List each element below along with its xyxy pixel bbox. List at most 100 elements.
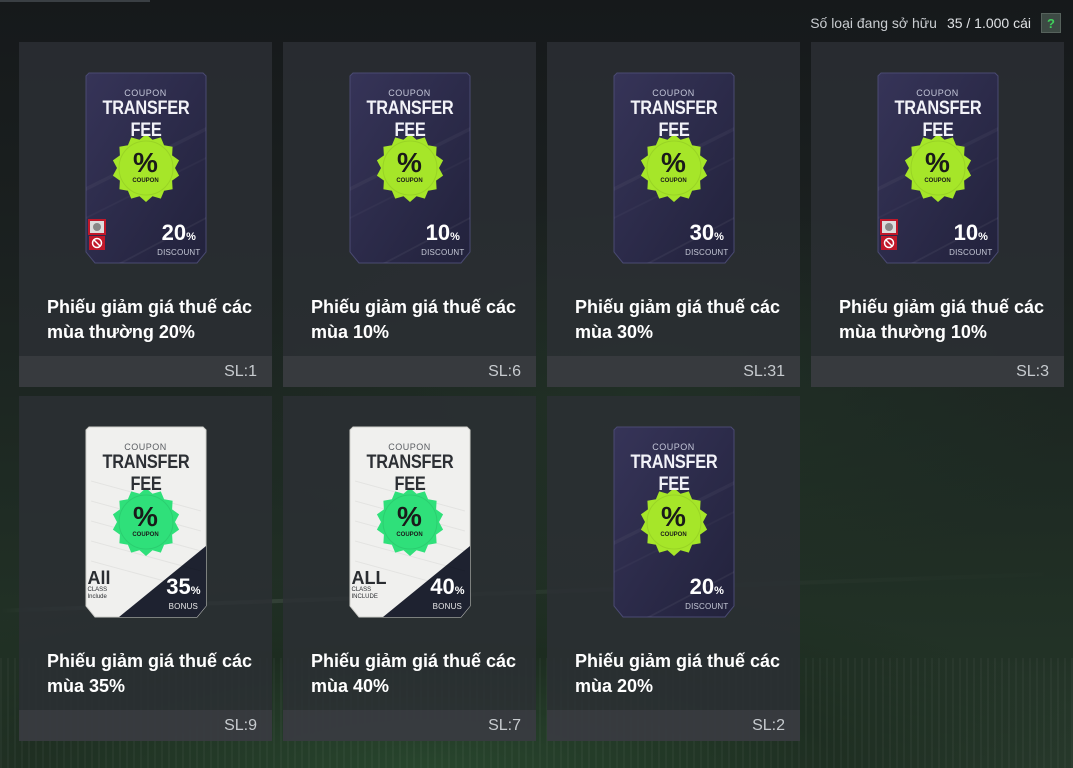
- coupon-type-label: TRANSFER FEE: [102, 98, 189, 141]
- percent-icon: %: [397, 501, 422, 532]
- coupon-item-image: COUPON TRANSFER FEE % COUPON 10% DISCOUN…: [343, 67, 477, 272]
- coupon-percent: 10: [425, 220, 451, 245]
- coupon-quantity: SL:1: [19, 356, 272, 387]
- coupon-title: Phiếu giảm giá thuế các mùa 40%: [311, 651, 517, 696]
- coupon-item-image: COUPON TRANSFER FEE % COUPON ALL CLASS INC…: [343, 421, 477, 626]
- coupon-percent: 40: [430, 574, 455, 599]
- coupon-value: 35% BONUS: [166, 574, 201, 612]
- percent-suffix: %: [454, 585, 465, 597]
- coupon-art: COUPON TRANSFER FEE % COUPON 20% DISCOUN…: [547, 396, 800, 641]
- coupon-type-label: TRANSFER FEE: [630, 98, 717, 141]
- percent-suffix: %: [714, 585, 724, 597]
- coupon-value: 30% DISCOUNT: [685, 220, 729, 258]
- percent-suffix: %: [978, 231, 988, 243]
- coupon-kind: DISCOUNT: [685, 602, 729, 611]
- coupon-title: Phiếu giảm giá thuế các mùa 20%: [575, 651, 781, 696]
- coupon-quantity: SL:6: [283, 356, 536, 387]
- percent-icon: %: [661, 501, 686, 532]
- coupon-art: COUPON TRANSFER FEE % COUPON 10% DISCOUN…: [283, 42, 536, 287]
- class-label: CLASS: [87, 587, 108, 593]
- coupon-card-2[interactable]: COUPON TRANSFER FEE % COUPON 10% DISCOUN…: [283, 42, 536, 387]
- owned-label: Số loại đang sở hữu: [810, 15, 937, 31]
- coupon-art: COUPON TRANSFER FEE % COUPON All CLASS Inc…: [19, 396, 272, 641]
- coupon-card-6[interactable]: COUPON TRANSFER FEE % COUPON ALL CLASS INC…: [283, 396, 536, 741]
- coupon-value: 40% BONUS: [430, 574, 465, 612]
- coupon-title: Phiếu giảm giá thuế các mùa 10%: [311, 297, 517, 342]
- coupon-quantity: SL:9: [19, 710, 272, 741]
- inventory-header: Số loại đang sở hữu 35 / 1.000 cái ?: [810, 12, 1061, 34]
- coupon-value: 20% DISCOUNT: [157, 220, 201, 258]
- badge-coupon-label: COUPON: [396, 532, 423, 538]
- coupon-type-label: TRANSFER FEE: [366, 452, 453, 495]
- class-label: CLASS: [351, 587, 372, 593]
- coupon-type-label: TRANSFER FEE: [102, 452, 189, 495]
- coupon-title: Phiếu giảm giá thuế các mùa 35%: [47, 651, 253, 696]
- badge-coupon-label: COUPON: [660, 532, 687, 538]
- coupon-small-label: COUPON: [388, 88, 431, 98]
- include-label: Include: [87, 594, 107, 600]
- badge-coupon-label: COUPON: [660, 178, 687, 184]
- coupon-small-label: COUPON: [652, 442, 695, 452]
- coupon-item-image: COUPON TRANSFER FEE % COUPON 30% DISCOUN…: [607, 67, 741, 272]
- coupon-percent: 30: [689, 220, 715, 245]
- coupon-grid: COUPON TRANSFER FEE % COUPON 20% DISCOUN…: [19, 42, 1064, 741]
- coupon-item-image: COUPON TRANSFER FEE % COUPON All CLASS Inc…: [79, 421, 213, 626]
- coupon-kind: DISCOUNT: [949, 248, 993, 257]
- coupon-card-5[interactable]: COUPON TRANSFER FEE % COUPON All CLASS Inc…: [19, 396, 272, 741]
- badge-coupon-label: COUPON: [396, 178, 423, 184]
- percent-icon: %: [661, 147, 686, 178]
- all-label: ALL: [351, 568, 387, 588]
- coupon-kind: DISCOUNT: [685, 248, 729, 257]
- coupon-card-4[interactable]: COUPON TRANSFER FEE % COUPON 10% DISCOUN…: [811, 42, 1064, 387]
- include-label: INCLUDE: [351, 594, 378, 600]
- badge-coupon-label: COUPON: [132, 532, 159, 538]
- coupon-value: 10% DISCOUNT: [949, 220, 993, 258]
- coupon-kind: BONUS: [432, 602, 463, 611]
- percent-icon: %: [397, 147, 422, 178]
- top-divider: [0, 0, 150, 2]
- percent-suffix: %: [186, 231, 196, 243]
- coupon-small-label: COUPON: [124, 88, 167, 98]
- restricted-icon: [87, 219, 106, 251]
- coupon-quantity: SL:2: [547, 710, 800, 741]
- coupon-art: COUPON TRANSFER FEE % COUPON 20% DISCOUN…: [19, 42, 272, 287]
- badge-coupon-label: COUPON: [924, 178, 951, 184]
- percent-icon: %: [133, 147, 158, 178]
- coupon-art: COUPON TRANSFER FEE % COUPON 30% DISCOUN…: [547, 42, 800, 287]
- coupon-card-3[interactable]: COUPON TRANSFER FEE % COUPON 30% DISCOUN…: [547, 42, 800, 387]
- percent-icon: %: [133, 501, 158, 532]
- all-label: All: [87, 568, 111, 588]
- restricted-icon: [879, 219, 898, 251]
- coupon-quantity: SL:3: [811, 356, 1064, 387]
- coupon-small-label: COUPON: [124, 442, 167, 452]
- coupon-item-image: COUPON TRANSFER FEE % COUPON 20% DISCOUN…: [79, 67, 213, 272]
- coupon-percent: 10: [953, 220, 979, 245]
- coupon-art: COUPON TRANSFER FEE % COUPON ALL CLASS INC…: [283, 396, 536, 641]
- coupon-small-label: COUPON: [388, 442, 431, 452]
- coupon-item-image: COUPON TRANSFER FEE % COUPON 10% DISCOUN…: [871, 67, 1005, 272]
- all-class-label: All CLASS Include: [88, 569, 111, 601]
- coupon-card-7[interactable]: COUPON TRANSFER FEE % COUPON 20% DISCOUN…: [547, 396, 800, 741]
- badge-coupon-label: COUPON: [132, 178, 159, 184]
- coupon-type-label: TRANSFER FEE: [366, 98, 453, 141]
- coupon-quantity: SL:7: [283, 710, 536, 741]
- coupon-quantity: SL:31: [547, 356, 800, 387]
- coupon-title: Phiếu giảm giá thuế các mùa thường 10%: [839, 297, 1045, 342]
- coupon-percent: 20: [161, 220, 187, 245]
- coupon-percent: 20: [689, 574, 715, 599]
- percent-suffix: %: [190, 585, 201, 597]
- coupon-small-label: COUPON: [652, 88, 695, 98]
- coupon-kind: DISCOUNT: [157, 248, 201, 257]
- coupon-type-label: TRANSFER FEE: [894, 98, 981, 141]
- percent-suffix: %: [450, 231, 460, 243]
- coupon-small-label: COUPON: [916, 88, 959, 98]
- coupon-percent: 35: [166, 574, 191, 599]
- owned-count: 35 / 1.000 cái: [946, 15, 1031, 31]
- coupon-title: Phiếu giảm giá thuế các mùa thường 20%: [47, 297, 253, 342]
- coupon-card-1[interactable]: COUPON TRANSFER FEE % COUPON 20% DISCOUN…: [19, 42, 272, 387]
- all-class-label: ALL CLASS INCLUDE: [352, 569, 387, 601]
- coupon-kind: DISCOUNT: [421, 248, 465, 257]
- help-button[interactable]: ?: [1041, 13, 1061, 33]
- coupon-value: 10% DISCOUNT: [421, 220, 465, 258]
- coupon-type-label: TRANSFER FEE: [630, 452, 717, 495]
